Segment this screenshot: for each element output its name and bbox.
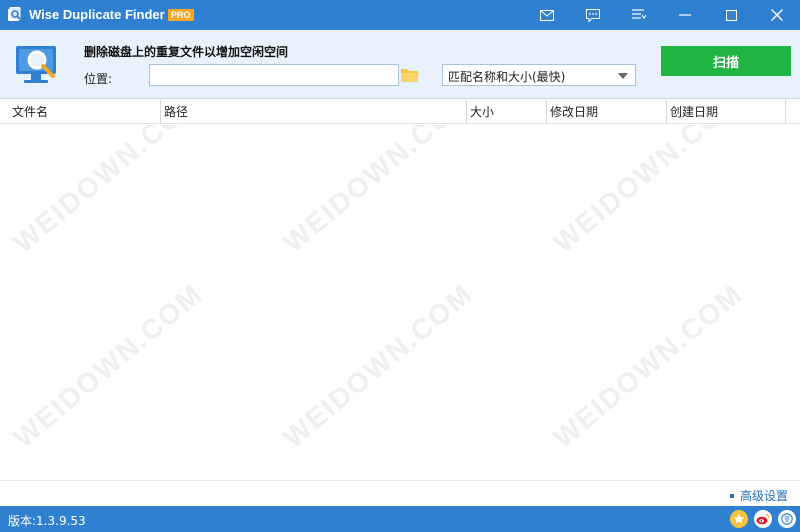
maximize-icon bbox=[725, 9, 737, 21]
chevron-down-icon bbox=[618, 73, 628, 79]
bottom-link-row: 高级设置 bbox=[0, 480, 800, 506]
column-created-date[interactable]: 创建日期 bbox=[666, 100, 786, 124]
maximize-button[interactable] bbox=[708, 0, 754, 30]
header-title: 删除磁盘上的重复文件以增加空闲空间 bbox=[84, 45, 289, 59]
app-logo-icon bbox=[7, 7, 23, 23]
menu-button[interactable] bbox=[616, 0, 662, 30]
pro-badge: PRO bbox=[168, 9, 194, 21]
advanced-settings-link[interactable]: 高级设置 bbox=[729, 487, 788, 504]
feedback-icon bbox=[586, 8, 600, 22]
location-label: 位置: bbox=[84, 72, 113, 86]
browse-folder-icon[interactable] bbox=[400, 66, 420, 84]
watermark: WEIDOWN.COM bbox=[277, 277, 479, 454]
monitor-magnifier-icon bbox=[13, 44, 63, 88]
watermark: WEIDOWN.COM bbox=[7, 125, 209, 259]
minimize-button[interactable] bbox=[662, 0, 708, 30]
feedback-button[interactable] bbox=[570, 0, 616, 30]
watermark: WEIDOWN.COM bbox=[7, 277, 209, 454]
social-share-icon[interactable] bbox=[778, 510, 796, 528]
location-input[interactable] bbox=[149, 64, 399, 86]
weibo-icon[interactable] bbox=[754, 510, 772, 528]
app-title: Wise Duplicate Finder bbox=[29, 7, 165, 22]
column-modified-date[interactable]: 修改日期 bbox=[546, 100, 665, 124]
column-file-name[interactable]: 文件名 bbox=[9, 100, 159, 124]
header-panel: 删除磁盘上的重复文件以增加空闲空间 位置: 匹配名称和大小(最快) 扫描 bbox=[0, 30, 800, 99]
advanced-settings-label: 高级设置 bbox=[739, 489, 788, 503]
match-mode-select[interactable]: 匹配名称和大小(最快) bbox=[442, 64, 636, 86]
minimize-icon bbox=[679, 14, 691, 16]
match-mode-value: 匹配名称和大小(最快) bbox=[448, 70, 566, 84]
star-icon[interactable] bbox=[730, 510, 748, 528]
watermark: WEIDOWN.COM bbox=[547, 125, 749, 259]
menu-icon bbox=[632, 9, 646, 21]
title-bar: Wise Duplicate Finder PRO bbox=[0, 0, 800, 30]
column-size[interactable]: 大小 bbox=[466, 100, 545, 124]
results-list[interactable]: WEIDOWN.COM WEIDOWN.COM WEIDOWN.COM WEID… bbox=[0, 125, 800, 480]
mail-icon bbox=[540, 9, 554, 21]
mail-button[interactable] bbox=[524, 0, 570, 30]
results-column-header: 文件名 路径 大小 修改日期 创建日期 bbox=[0, 100, 800, 124]
close-icon bbox=[771, 9, 783, 21]
watermark: WEIDOWN.COM bbox=[547, 277, 749, 454]
watermark: WEIDOWN.COM bbox=[277, 125, 479, 259]
status-bar: 版本:1.3.9.53 bbox=[0, 506, 800, 532]
scan-button[interactable]: 扫描 bbox=[661, 46, 791, 76]
close-button[interactable] bbox=[754, 0, 800, 30]
version-label: 版本:1.3.9.53 bbox=[8, 514, 86, 528]
bullet-icon bbox=[729, 493, 734, 498]
column-path[interactable]: 路径 bbox=[160, 100, 465, 124]
